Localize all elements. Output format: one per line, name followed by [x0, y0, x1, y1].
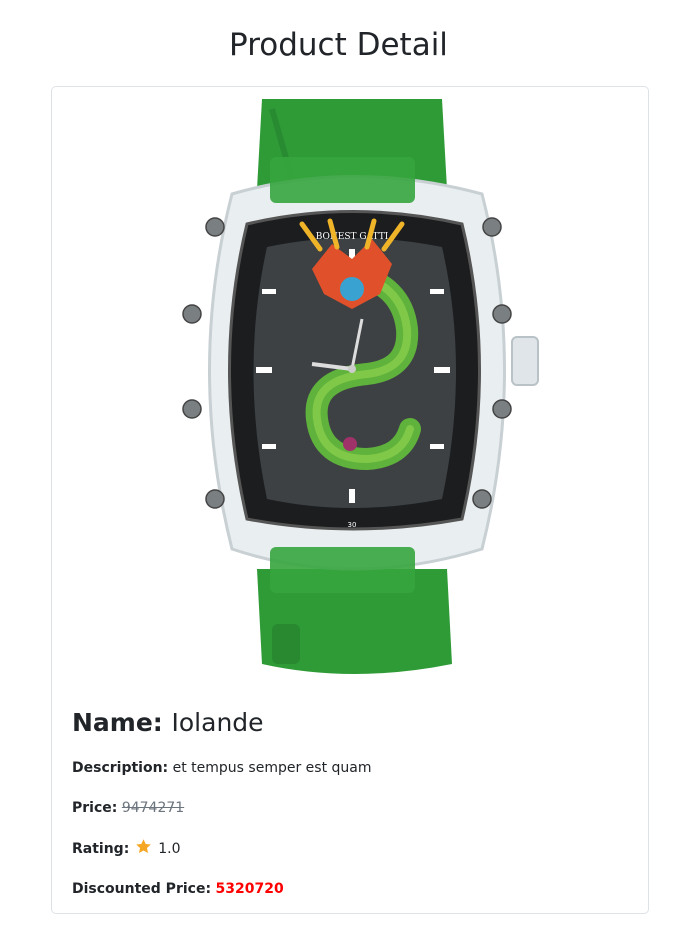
- description-row: Description: et tempus semper est quam: [72, 758, 632, 778]
- rating-label: Rating:: [72, 841, 130, 857]
- rating-row: Rating: 1.0: [72, 838, 632, 859]
- discounted-price: 5320720: [215, 881, 284, 897]
- price-label: Price:: [72, 800, 118, 816]
- description-label: Description:: [72, 760, 169, 776]
- price-row: Price: 9474271: [72, 798, 632, 818]
- star-icon: [135, 839, 151, 854]
- product-description: et tempus semper est quam: [172, 760, 372, 776]
- product-name: Iolande: [171, 708, 264, 737]
- svg-text:30: 30: [348, 521, 357, 529]
- product-name-line: Name: Iolande: [72, 705, 632, 741]
- dial-brand-text: BONEST GATTI: [316, 232, 389, 242]
- product-card: BONEST GATTI 30 Name: Iolande Descriptio…: [51, 86, 649, 914]
- rating-value: 1.0: [158, 841, 181, 857]
- page-title: Product Detail: [229, 27, 448, 63]
- name-label: Name:: [72, 708, 163, 737]
- discounted-price-label: Discounted Price:: [72, 881, 212, 897]
- discounted-price-row: Discounted Price: 5320720: [72, 879, 632, 899]
- original-price: 9474271: [121, 800, 185, 816]
- product-image: BONEST GATTI 30: [182, 99, 539, 674]
- product-detail-page: Product Detail BONEST GATTI 30 Name: Iol…: [0, 0, 677, 934]
- product-info: Name: Iolande Description: et tempus sem…: [72, 705, 632, 919]
